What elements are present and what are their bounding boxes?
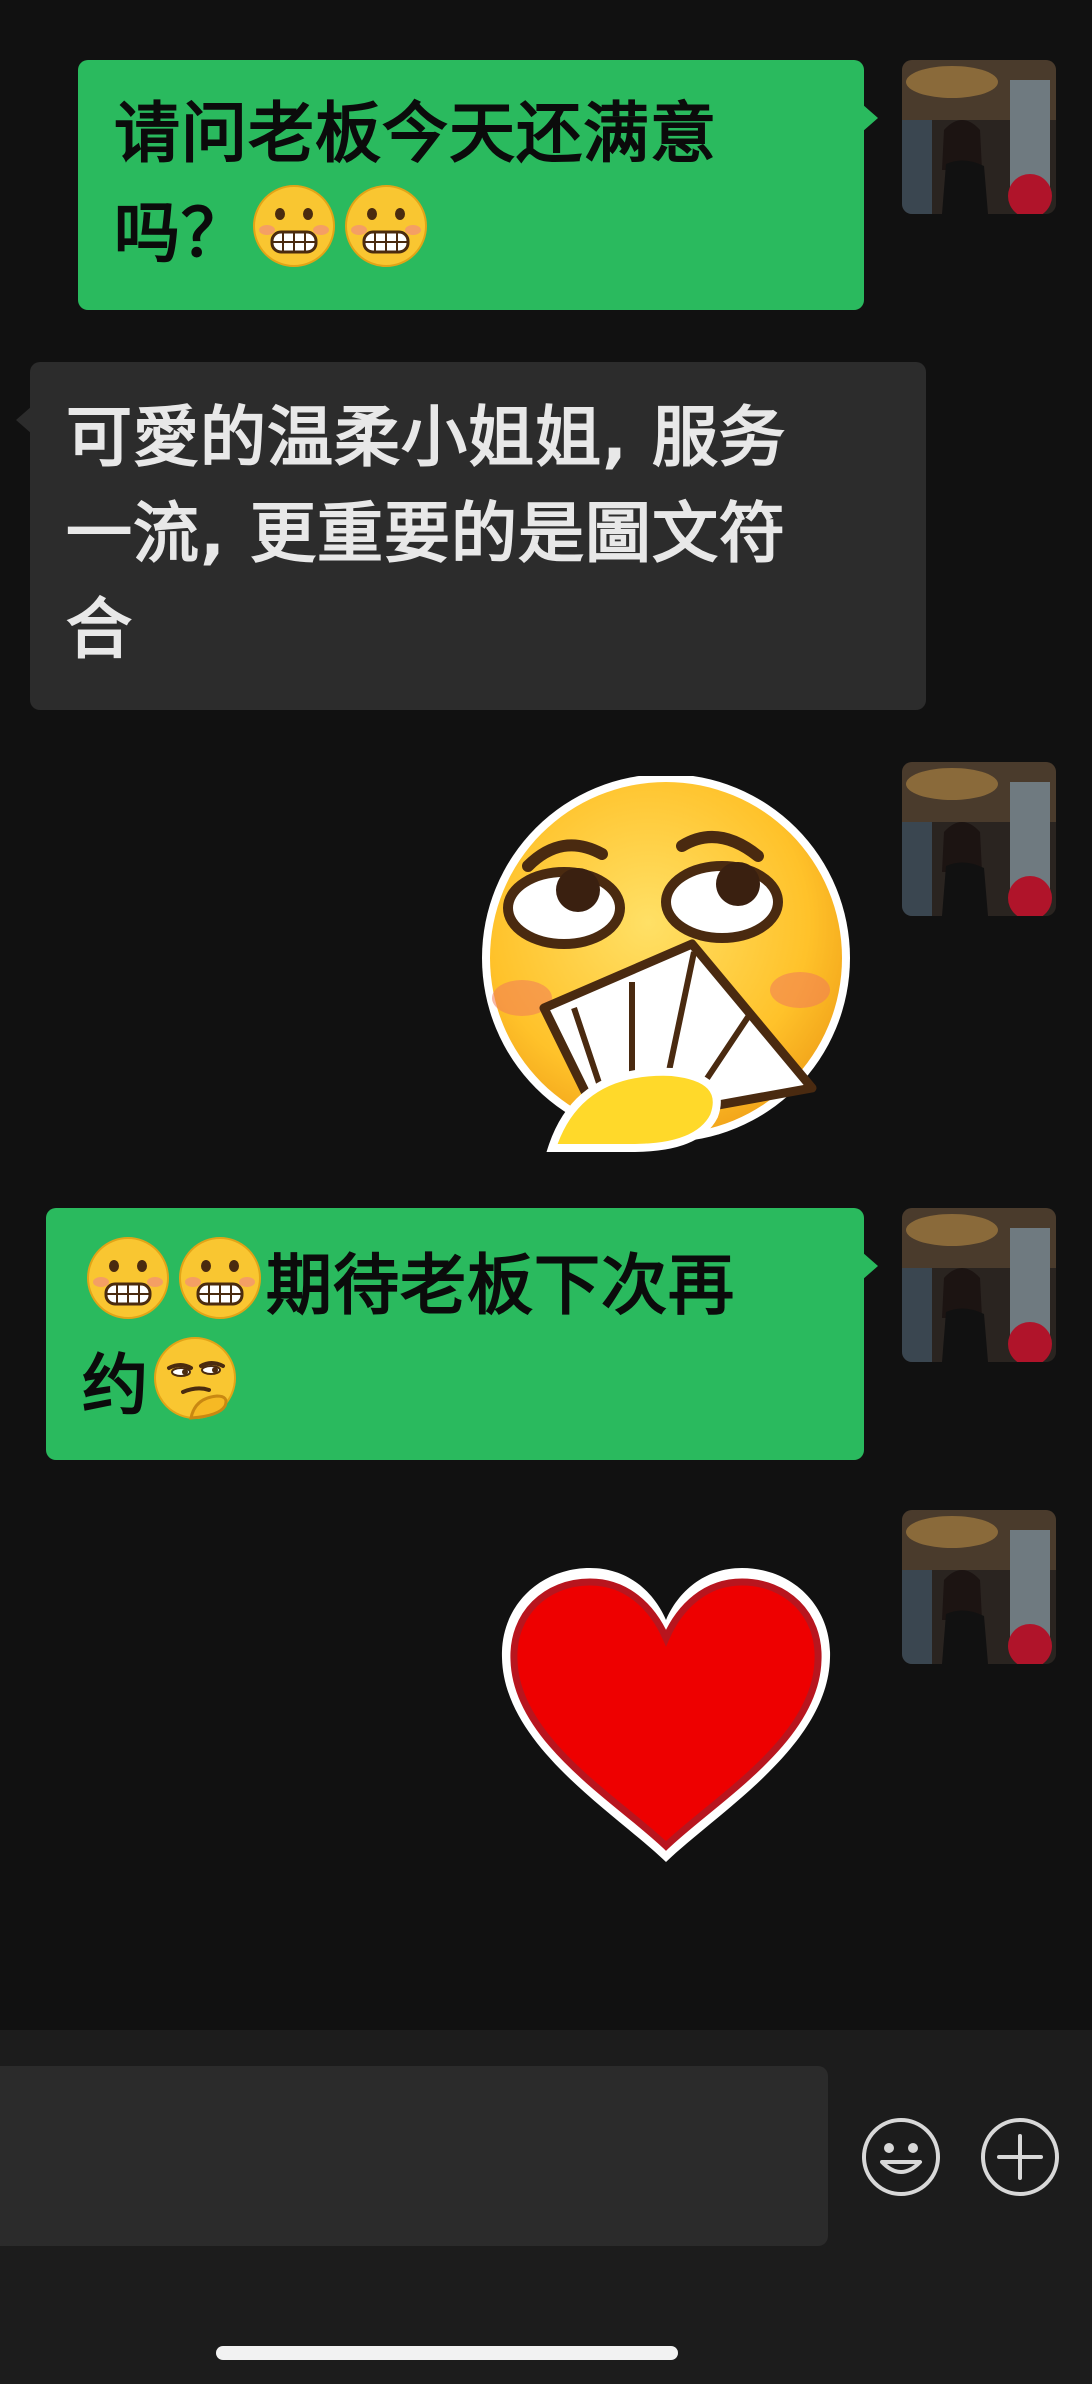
avatar-photo — [902, 1510, 1056, 1664]
avatar-photo — [902, 762, 1056, 916]
message-text: 吗？ — [114, 195, 248, 272]
message-text: 请问老板今天还满意 — [114, 95, 717, 172]
message-bubble-outgoing[interactable]: 请问老板今天还满意 吗？ — [78, 60, 878, 310]
chat-area: 请问老板今天还满意 吗？ 可愛的温柔小姐姐, 服务 一流, 更重要的是圖文符 合… — [0, 0, 1092, 2030]
grimace-emoji-icon — [87, 1237, 169, 1319]
shy-fan-face-sticker[interactable] — [482, 776, 852, 1156]
grimace-emoji-icon — [253, 185, 335, 267]
red-heart-sticker[interactable] — [494, 1562, 838, 1866]
plus-icon[interactable] — [979, 2116, 1061, 2198]
smirk-thinking-emoji-icon — [154, 1337, 236, 1420]
grimace-emoji-icon — [345, 185, 427, 267]
avatar-photo — [902, 1208, 1056, 1362]
grimace-emoji-icon — [179, 1237, 261, 1319]
chat-input-bar — [0, 2030, 1092, 2384]
message-text: 可愛的温柔小姐姐, 服务 — [66, 399, 787, 476]
avatar-photo — [902, 60, 1056, 214]
message-bubble-outgoing[interactable]: 期待老板下次再 约 — [46, 1208, 878, 1460]
avatar[interactable] — [902, 1510, 1056, 1664]
avatar[interactable] — [902, 762, 1056, 916]
avatar[interactable] — [902, 1208, 1056, 1362]
avatar[interactable] — [902, 60, 1056, 214]
message-text: 期待老板下次再 — [266, 1247, 735, 1324]
message-bubble-incoming[interactable]: 可愛的温柔小姐姐, 服务 一流, 更重要的是圖文符 合 — [16, 362, 926, 710]
message-text: 一流, 更重要的是圖文符 — [66, 495, 787, 572]
message-text: 合 — [66, 591, 133, 668]
message-text: 约 — [82, 1347, 149, 1424]
smiley-icon[interactable] — [860, 2116, 942, 2198]
home-indicator[interactable] — [216, 2346, 678, 2360]
message-input[interactable] — [0, 2066, 828, 2246]
